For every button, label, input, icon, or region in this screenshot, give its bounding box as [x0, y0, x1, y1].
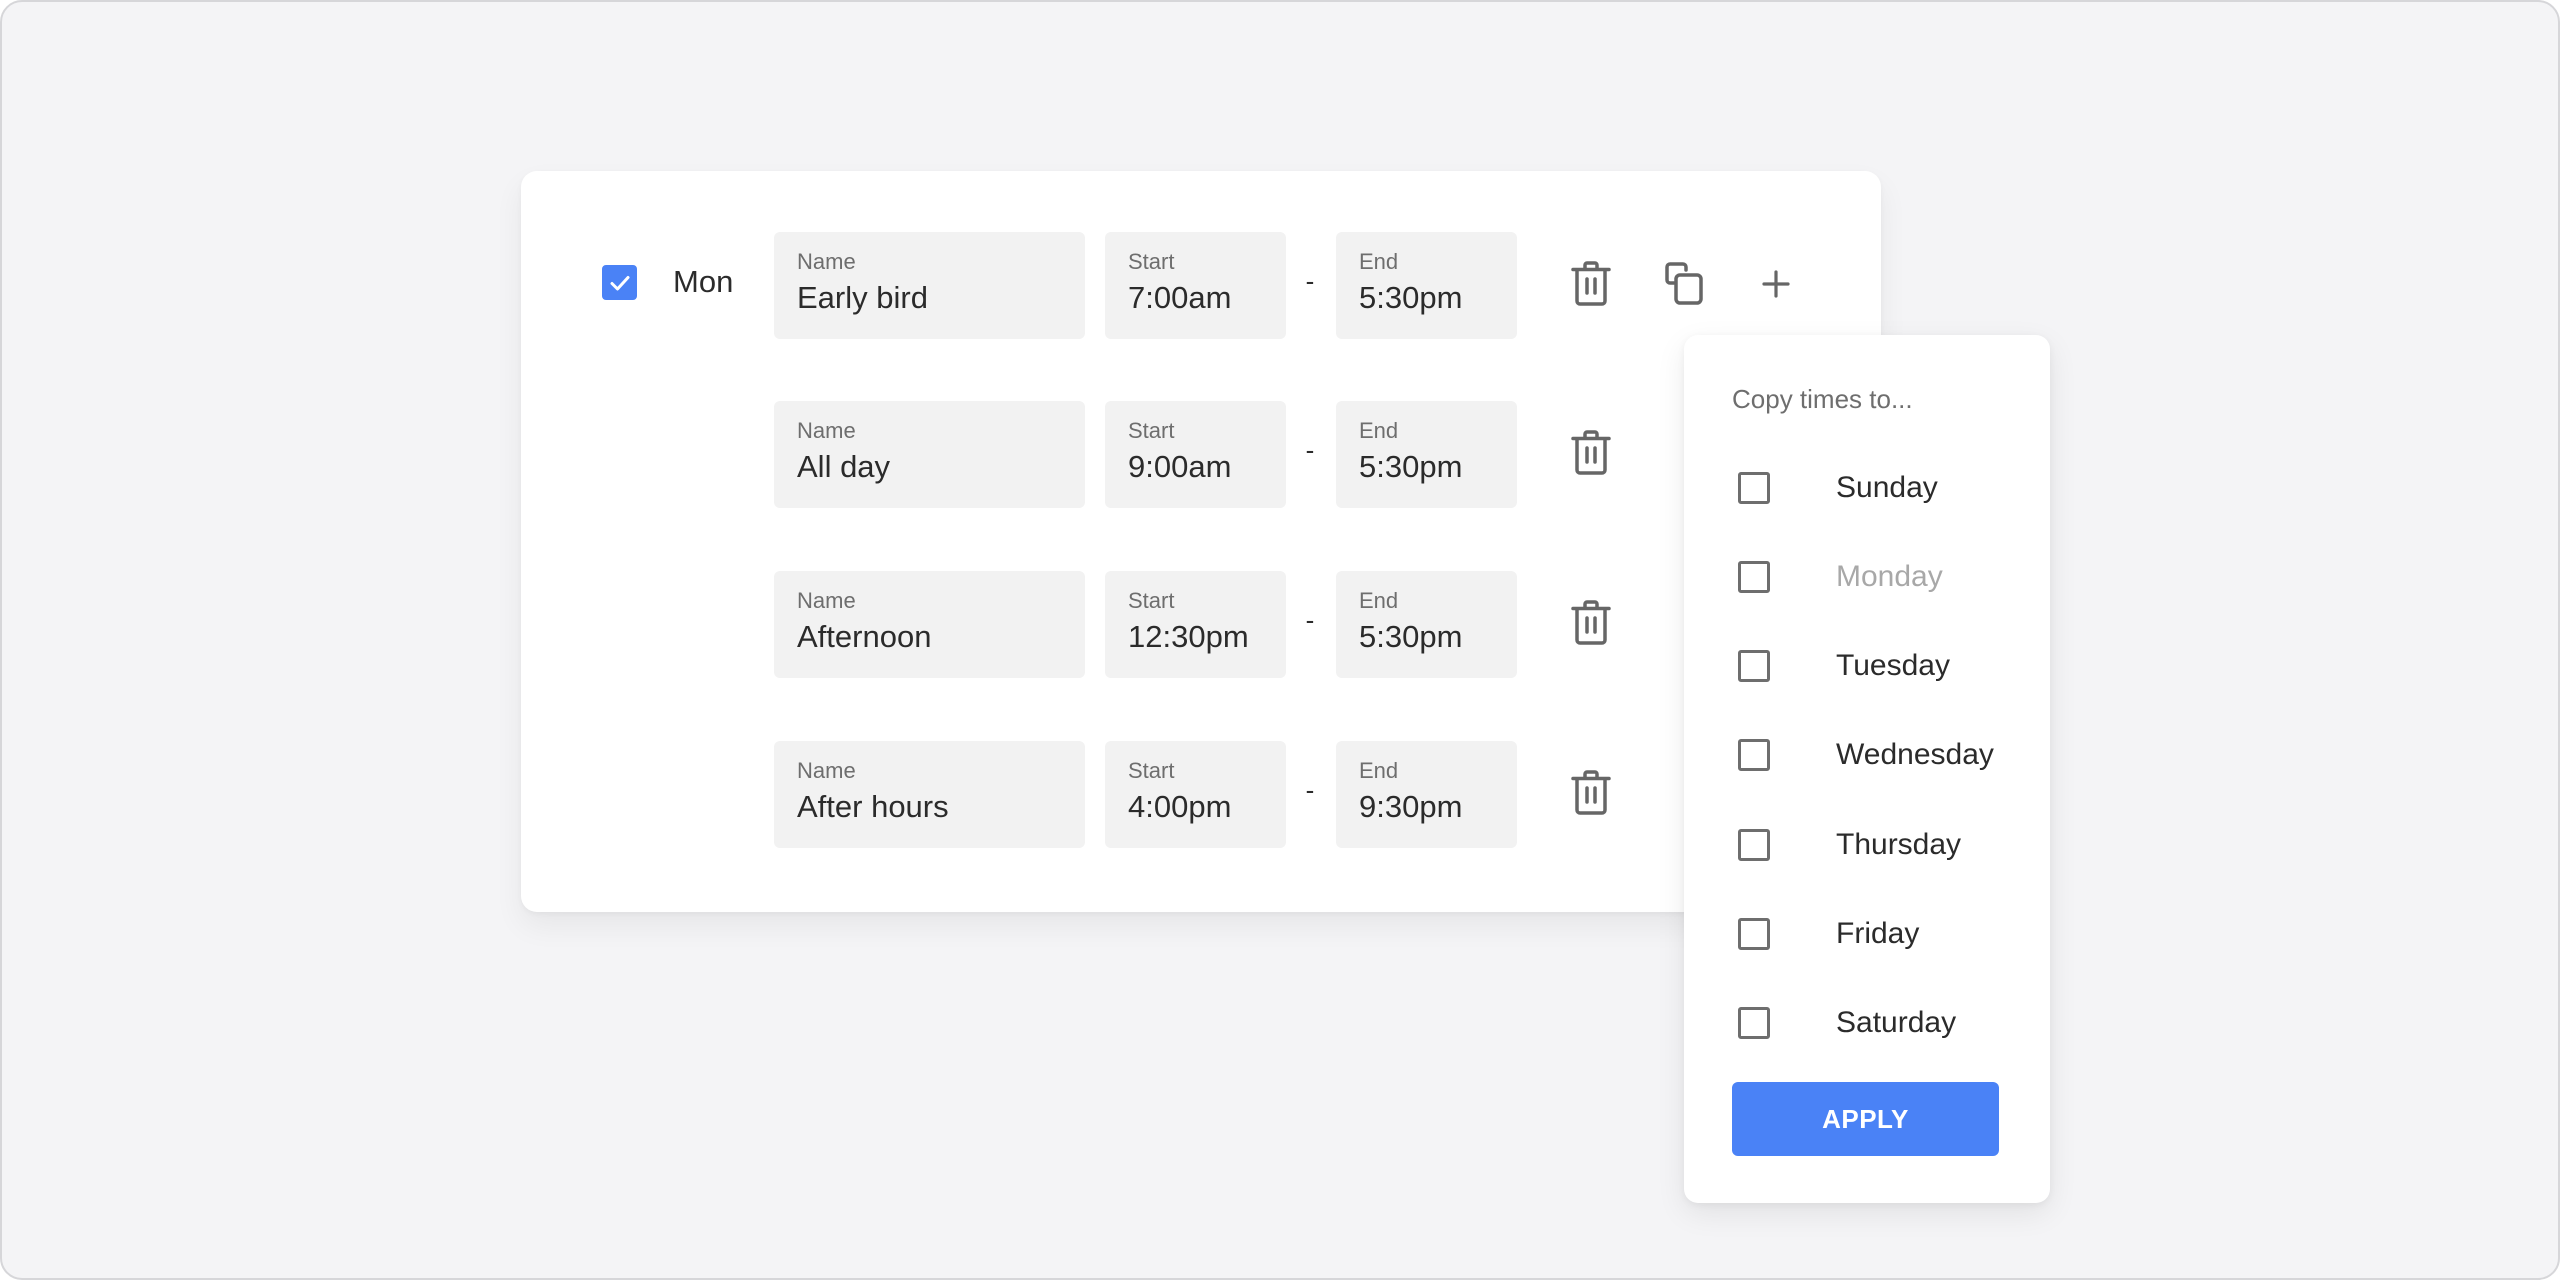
option-label: Thursday: [1836, 828, 1962, 861]
checkbox[interactable]: [1738, 1007, 1770, 1039]
copy-option-thursday[interactable]: Thursday: [1738, 825, 2038, 865]
copy-option-monday[interactable]: Monday: [1738, 557, 2038, 597]
time-separator: -: [1305, 435, 1315, 465]
add-row-button[interactable]: [1750, 258, 1802, 310]
name-field-label: Name: [797, 588, 856, 613]
copy-option-sunday[interactable]: Sunday: [1738, 468, 2038, 508]
checkbox[interactable]: [1738, 918, 1770, 950]
delete-row-button[interactable]: [1565, 258, 1617, 310]
day-checkbox-mon[interactable]: [602, 265, 637, 300]
start-field-value: 4:00pm: [1128, 789, 1232, 824]
start-field-label: Start: [1128, 758, 1175, 783]
option-label: Wednesday: [1836, 738, 1994, 771]
copy-option-wednesday[interactable]: Wednesday: [1738, 735, 2038, 775]
start-field-label: Start: [1128, 249, 1175, 274]
start-time-field[interactable]: Start 12:30pm: [1105, 571, 1286, 678]
copy-option-friday[interactable]: Friday: [1738, 914, 2038, 954]
start-time-field[interactable]: Start 4:00pm: [1105, 741, 1286, 848]
start-field-value: 12:30pm: [1128, 619, 1249, 654]
name-field[interactable]: Name Early bird: [774, 232, 1085, 339]
name-field-value: All day: [797, 449, 891, 484]
trash-icon: [1571, 261, 1611, 306]
plus-icon: [1762, 270, 1790, 298]
end-time-field[interactable]: End 5:30pm: [1336, 571, 1517, 678]
checkmark-icon: [610, 275, 629, 290]
start-field-value: 9:00am: [1128, 449, 1232, 484]
start-field-value: 7:00am: [1128, 280, 1232, 315]
start-field-label: Start: [1128, 588, 1175, 613]
delete-row-button[interactable]: [1565, 597, 1617, 649]
end-field-value: 9:30pm: [1359, 789, 1463, 824]
end-field-value: 5:30pm: [1359, 619, 1463, 654]
option-label: Sunday: [1836, 471, 1938, 504]
name-field-value: Early bird: [797, 280, 928, 315]
name-field-label: Name: [797, 758, 856, 783]
copy-option-saturday[interactable]: Saturday: [1738, 1003, 2038, 1043]
checkbox[interactable]: [1738, 561, 1770, 593]
option-label: Friday: [1836, 917, 1920, 950]
end-field-label: End: [1359, 418, 1399, 443]
end-field-value: 5:30pm: [1359, 280, 1463, 315]
trash-icon: [1571, 600, 1611, 645]
time-separator: -: [1305, 775, 1315, 805]
day-label: Mon: [673, 264, 734, 299]
end-time-field[interactable]: End 9:30pm: [1336, 741, 1517, 848]
name-field-value: After hours: [797, 789, 949, 824]
popup-title: Copy times to...: [1732, 384, 1913, 414]
option-label: Tuesday: [1836, 649, 1950, 682]
end-field-label: End: [1359, 588, 1399, 613]
trash-icon: [1571, 430, 1611, 475]
time-separator: -: [1305, 266, 1315, 296]
checkbox[interactable]: [1738, 650, 1770, 682]
copy-icon: [1665, 262, 1703, 305]
delete-row-button[interactable]: [1565, 427, 1617, 479]
start-field-label: Start: [1128, 418, 1175, 443]
end-field-label: End: [1359, 758, 1399, 783]
start-time-field[interactable]: Start 9:00am: [1105, 401, 1286, 508]
name-field[interactable]: Name All day: [774, 401, 1085, 508]
trash-icon: [1571, 770, 1611, 815]
name-field-label: Name: [797, 249, 856, 274]
name-field-label: Name: [797, 418, 856, 443]
checkbox[interactable]: [1738, 829, 1770, 861]
copy-option-tuesday[interactable]: Tuesday: [1738, 646, 2038, 686]
copy-times-button[interactable]: [1658, 258, 1710, 310]
option-label: Monday: [1836, 560, 1943, 593]
end-time-field[interactable]: End 5:30pm: [1336, 232, 1517, 339]
start-time-field[interactable]: Start 7:00am: [1105, 232, 1286, 339]
delete-row-button[interactable]: [1565, 767, 1617, 819]
end-field-value: 5:30pm: [1359, 449, 1463, 484]
name-field[interactable]: Name After hours: [774, 741, 1085, 848]
option-label: Saturday: [1836, 1006, 1957, 1039]
checkbox[interactable]: [1738, 472, 1770, 504]
time-separator: -: [1305, 605, 1315, 635]
name-field-value: Afternoon: [797, 619, 932, 654]
name-field[interactable]: Name Afternoon: [774, 571, 1085, 678]
end-field-label: End: [1359, 249, 1399, 274]
checkbox[interactable]: [1738, 739, 1770, 771]
apply-button[interactable]: APPLY: [1732, 1082, 1999, 1156]
end-time-field[interactable]: End 5:30pm: [1336, 401, 1517, 508]
